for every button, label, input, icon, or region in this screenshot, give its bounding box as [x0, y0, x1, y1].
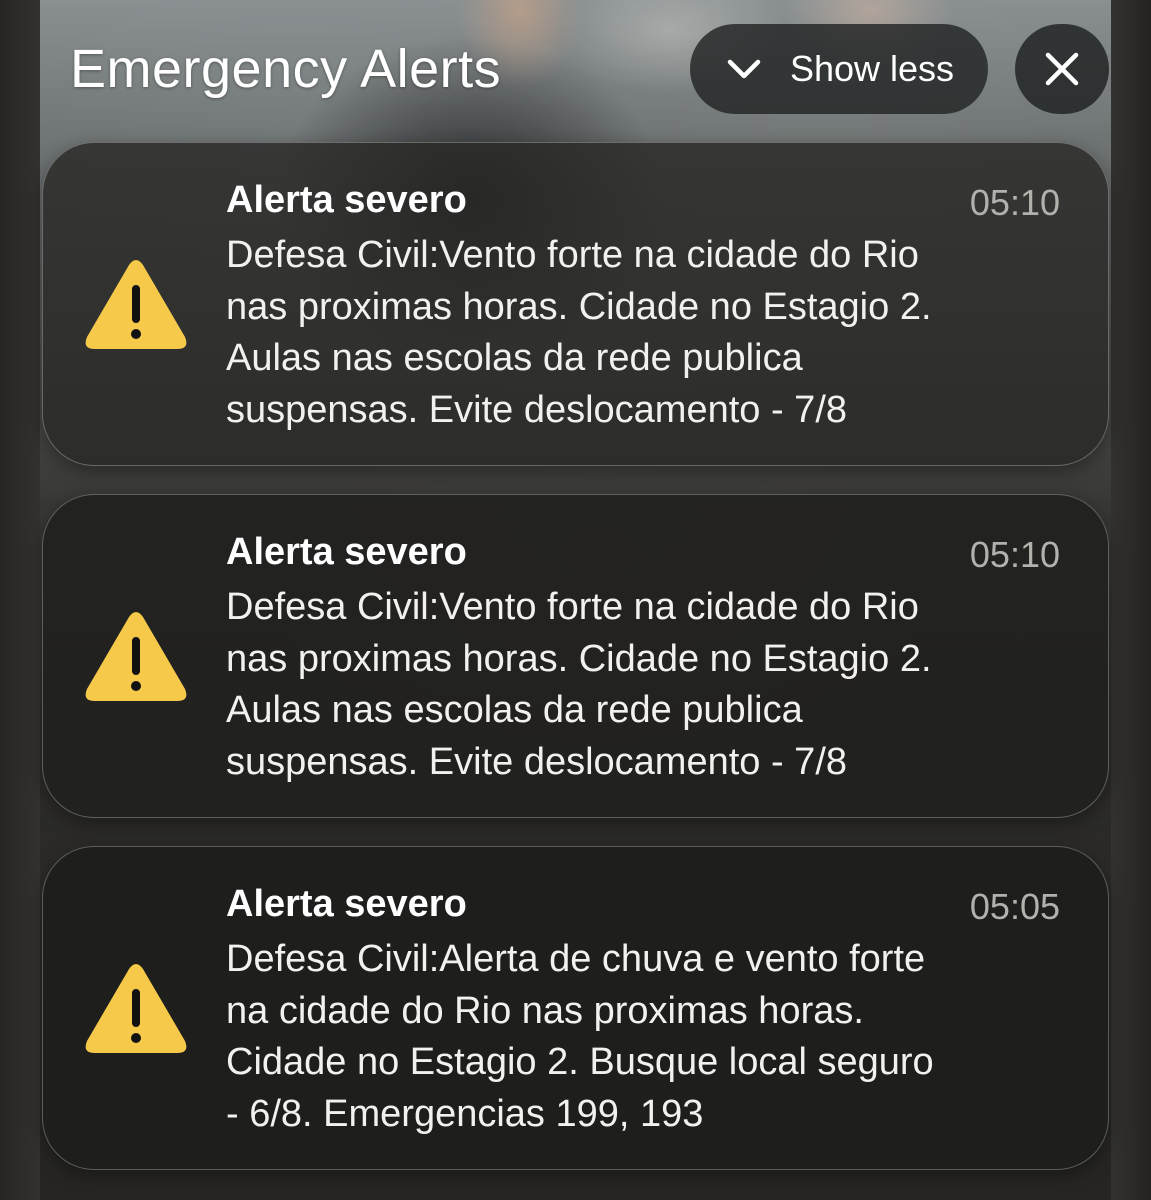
warning-triangle-icon [85, 260, 187, 349]
lock-screen: Emergency Alerts Show less Alerta severo… [0, 0, 1151, 1200]
alert-title: Alerta severo [226, 179, 467, 221]
alert-notification[interactable]: Alerta severo 05:10 Defesa Civil:Vento f… [42, 494, 1109, 818]
page-title: Emergency Alerts [70, 39, 502, 99]
alert-message: Defesa Civil:Vento forte na cidade do Ri… [226, 234, 932, 431]
alert-message: Defesa Civil:Alerta de chuva e vento for… [226, 938, 934, 1135]
background-edge-right [1111, 0, 1151, 1200]
alert-time: 05:05 [969, 886, 1060, 927]
close-icon [1045, 52, 1079, 86]
alert-title: Alerta severo [226, 883, 467, 925]
background-edge-left [0, 0, 40, 1200]
chevron-down-icon [727, 59, 761, 79]
alert-title: Alerta severo [226, 531, 467, 573]
alert-time: 05:10 [969, 534, 1060, 575]
show-less-label: Show less [789, 48, 955, 89]
alert-time: 05:10 [969, 182, 1060, 223]
show-less-button[interactable]: Show less [690, 24, 988, 114]
alert-notification[interactable]: Alerta severo 05:05 Defesa Civil:Alerta … [42, 846, 1109, 1170]
close-button[interactable] [1015, 24, 1109, 114]
alert-message: Defesa Civil:Vento forte na cidade do Ri… [226, 586, 932, 783]
warning-triangle-icon [85, 964, 187, 1053]
warning-triangle-icon [85, 612, 187, 701]
alerts-header: Emergency Alerts Show less [0, 0, 1151, 130]
alert-notification[interactable]: Alerta severo 05:10 Defesa Civil:Vento f… [42, 142, 1109, 466]
